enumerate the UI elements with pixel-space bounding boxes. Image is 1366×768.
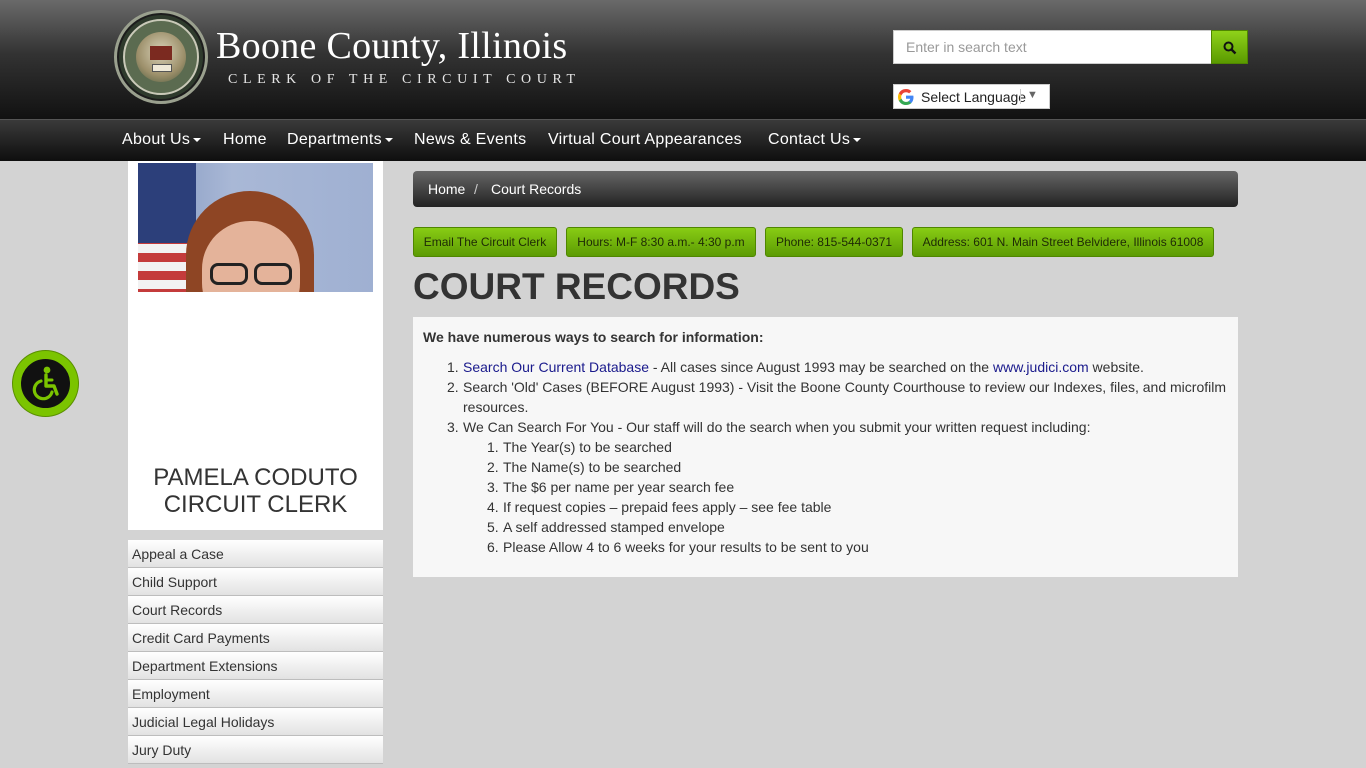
sidebar-item-employment[interactable]: Employment xyxy=(128,680,383,708)
sub-list-number: 5. xyxy=(487,519,499,535)
site-header: Boone County, Illinois CLERK OF THE CIRC… xyxy=(0,0,1366,119)
main-nav: About Us Home Departments News & Events … xyxy=(0,119,1366,161)
database-description: - All cases since August 1993 may be sea… xyxy=(648,359,993,375)
content-panel: We have numerous ways to search for info… xyxy=(413,317,1238,577)
search-input[interactable] xyxy=(893,30,1212,64)
nav-virtual-court[interactable]: Virtual Court Appearances xyxy=(548,131,742,149)
nav-home[interactable]: Home xyxy=(223,131,267,149)
nav-contact-us[interactable]: Contact Us xyxy=(768,131,862,149)
seal-building xyxy=(150,46,172,60)
sidebar-links: Appeal a Case Child Support Court Record… xyxy=(128,540,383,764)
dropdown-arrow-icon: ▼ xyxy=(1027,89,1038,101)
county-seal-logo[interactable] xyxy=(114,10,208,104)
judici-link[interactable]: www.judici.com xyxy=(993,359,1089,375)
list-item-old-cases: Search 'Old' Cases (BEFORE August 1993) … xyxy=(463,379,1226,395)
breadcrumb-home[interactable]: Home xyxy=(428,181,465,197)
sidebar-item-appeal[interactable]: Appeal a Case xyxy=(128,540,383,568)
sub-list-number: 6. xyxy=(487,539,499,555)
nav-contact-us-label: Contact Us xyxy=(768,131,851,148)
breadcrumb: Home / Court Records xyxy=(413,171,1238,207)
photo-glasses-right xyxy=(254,263,292,285)
breadcrumb-separator: / xyxy=(474,181,478,197)
sub-list-number: 3. xyxy=(487,479,499,495)
caret-down-icon xyxy=(193,137,202,142)
sub-list-number: 4. xyxy=(487,499,499,515)
clerk-profile-card: PAMELA CODUTO CIRCUIT CLERK xyxy=(128,161,383,530)
database-description-end: website. xyxy=(1088,359,1144,375)
sidebar-item-credit-card[interactable]: Credit Card Payments xyxy=(128,624,383,652)
current-database-link[interactable]: Search Our Current Database xyxy=(463,359,649,375)
sidebar-item-legal-holidays[interactable]: Judicial Legal Holidays xyxy=(128,708,383,736)
language-select[interactable]: Select Language ▼ xyxy=(893,84,1050,109)
sidebar-item-jury-duty[interactable]: Jury Duty xyxy=(128,736,383,764)
flag-star-field xyxy=(138,163,196,243)
wheelchair-icon xyxy=(32,366,59,401)
clerk-name: PAMELA CODUTO xyxy=(153,464,358,491)
sub-list-item: A self addressed stamped envelope xyxy=(503,519,725,535)
sub-list-number: 1. xyxy=(487,439,499,455)
breadcrumb-current: Court Records xyxy=(491,181,582,197)
seal-center xyxy=(136,32,186,82)
google-icon xyxy=(898,89,914,105)
sidebar-item-department-extensions[interactable]: Department Extensions xyxy=(128,652,383,680)
site-subtitle: CLERK OF THE CIRCUIT COURT xyxy=(228,72,581,87)
sub-list-item: The Year(s) to be searched xyxy=(503,439,672,455)
nav-departments-label: Departments xyxy=(287,131,382,148)
intro-text: We have numerous ways to search for info… xyxy=(423,329,764,345)
nav-about-us-label: About Us xyxy=(122,131,191,148)
nav-news-events-label: News & Events xyxy=(414,131,527,148)
search-button[interactable] xyxy=(1211,30,1248,64)
accessibility-button[interactable] xyxy=(13,351,78,416)
nav-home-label: Home xyxy=(223,131,267,148)
list-item-search-for-you: We Can Search For You - Our staff will d… xyxy=(463,419,1091,435)
phone-button[interactable]: Phone: 815-544-0371 xyxy=(765,227,903,257)
sub-list-number: 2. xyxy=(487,459,499,475)
language-divider xyxy=(1020,89,1021,104)
caret-down-icon xyxy=(384,137,393,142)
language-label: Select Language xyxy=(921,89,1027,105)
list-item-old-cases-cont: resources. xyxy=(463,399,529,415)
list-number: 2. xyxy=(447,379,459,395)
nav-virtual-court-label: Virtual Court Appearances xyxy=(548,131,742,148)
clerk-photo xyxy=(138,163,373,292)
sidebar-item-court-records[interactable]: Court Records xyxy=(128,596,383,624)
list-number: 1. xyxy=(447,359,459,375)
caret-down-icon xyxy=(853,137,862,142)
seal-year-plaque xyxy=(152,64,172,72)
page-title: COURT RECORDS xyxy=(413,266,740,307)
sub-list-item: If request copies – prepaid fees apply –… xyxy=(503,499,832,515)
hours-button[interactable]: Hours: M-F 8:30 a.m.- 4:30 p.m xyxy=(566,227,756,257)
nav-news-events[interactable]: News & Events xyxy=(414,131,526,149)
site-title[interactable]: Boone County, Illinois xyxy=(216,24,567,68)
photo-glasses-left xyxy=(210,263,248,285)
address-button[interactable]: Address: 601 N. Main Street Belvidere, I… xyxy=(912,227,1214,257)
sub-list-item: The $6 per name per year search fee xyxy=(503,479,735,495)
clerk-role: CIRCUIT CLERK xyxy=(163,491,348,518)
list-item-database: Search Our Current Database - All cases … xyxy=(463,359,1144,375)
email-clerk-button[interactable]: Email The Circuit Clerk xyxy=(413,227,557,257)
search-icon xyxy=(1223,41,1237,55)
sidebar-item-child-support[interactable]: Child Support xyxy=(128,568,383,596)
sub-list-item: The Name(s) to be searched xyxy=(503,459,682,475)
sub-list-item: Please Allow 4 to 6 weeks for your resul… xyxy=(503,539,869,555)
nav-about-us[interactable]: About Us xyxy=(122,131,202,149)
nav-departments[interactable]: Departments xyxy=(287,131,393,149)
list-number: 3. xyxy=(447,419,459,435)
